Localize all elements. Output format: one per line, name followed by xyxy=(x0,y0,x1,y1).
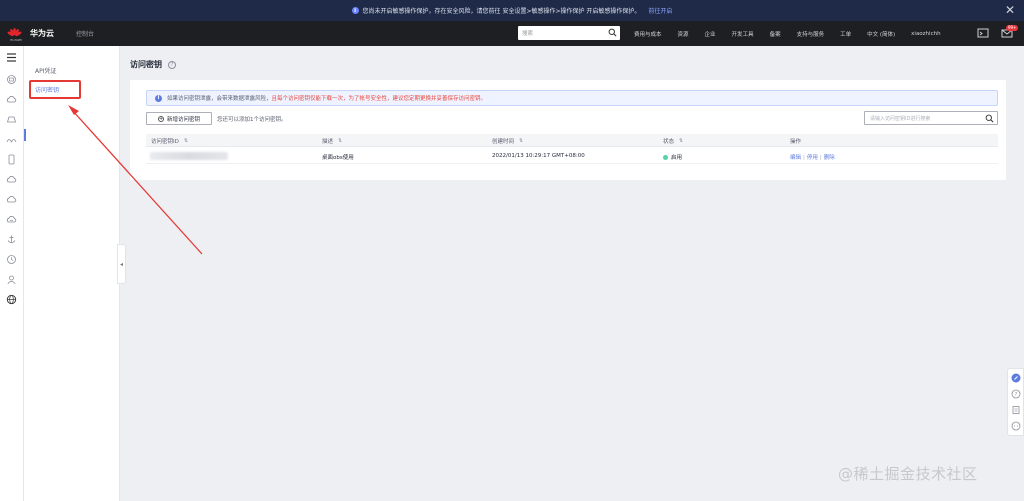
row-status: 启用 xyxy=(663,153,682,161)
sort-icon[interactable]: ⇅ xyxy=(338,138,342,144)
assistant-icon[interactable] xyxy=(1011,373,1021,383)
column-access-key-id[interactable]: 访问密钥ID ⇅ xyxy=(151,137,188,145)
nav-enterprise[interactable]: 企业 xyxy=(705,30,716,38)
cloud-sync-icon[interactable] xyxy=(6,174,17,185)
clock-icon[interactable] xyxy=(6,254,17,265)
disable-link[interactable]: 停用 xyxy=(807,155,818,161)
global-search-input[interactable]: 搜索 xyxy=(518,26,620,40)
close-icon[interactable]: ✕ xyxy=(1005,3,1015,17)
sidebar-active-indicator xyxy=(24,129,26,141)
table-header: 访问密钥ID ⇅ 描述 ⇅ 创建时间 ⇅ 状态 ⇅ 操作 xyxy=(146,134,998,147)
redacted-access-key-id xyxy=(150,152,228,160)
security-alert: i 如果访问密钥泄露，会带来数据泄露风险， 且每个访问密钥仅能下载一次，为了帐号… xyxy=(146,90,998,106)
nav-dev-tools[interactable]: 开发工具 xyxy=(732,30,754,38)
access-key-search-input[interactable]: 请输入访问密钥ID进行搜索 xyxy=(864,111,998,125)
edit-link[interactable]: 编辑 xyxy=(790,155,801,161)
feedback-icon[interactable] xyxy=(1011,405,1021,415)
column-status[interactable]: 状态 ⇅ xyxy=(663,137,683,145)
brand-name[interactable]: 华为云 xyxy=(30,28,54,39)
collapse-sidebar-button[interactable]: ◂ xyxy=(117,244,126,284)
mobile-icon[interactable] xyxy=(6,154,17,165)
page-title: 访问密钥 ? xyxy=(130,59,176,70)
access-key-search-placeholder: 请输入访问密钥ID进行搜索 xyxy=(870,115,931,122)
nav-resources[interactable]: 资源 xyxy=(678,30,689,38)
delete-link[interactable]: 删除 xyxy=(824,155,835,161)
alert-warning-text: 且每个访问密钥仅能下载一次，为了帐号安全性，建议您定期更换并妥善保存访问密钥。 xyxy=(271,96,487,102)
quota-hint: 您还可以添加1个访问密钥。 xyxy=(217,117,287,123)
search-icon[interactable] xyxy=(608,28,617,37)
cloud-server-icon[interactable] xyxy=(6,74,17,85)
sidebar-item-api-credentials[interactable]: API凭证 xyxy=(35,66,57,75)
logo-text: HUAWEI xyxy=(10,37,23,42)
column-created-time[interactable]: 创建时间 ⇅ xyxy=(492,137,523,145)
nav-language[interactable]: 中文 (简体) xyxy=(867,30,895,38)
top-navigation-bar: HUAWEI 华为云 控制台 搜索 费用与成本 资源 企业 开发工具 备案 支持… xyxy=(0,21,1024,46)
sort-icon[interactable]: ⇅ xyxy=(519,138,523,144)
nav-support[interactable]: 支持与服务 xyxy=(797,30,825,38)
alert-text: 如果访问密钥泄露，会带来数据泄露风险， xyxy=(167,96,272,102)
help-icon[interactable]: ? xyxy=(168,60,176,69)
help-icon[interactable]: ? xyxy=(1011,389,1021,399)
page-title-text: 访问密钥 xyxy=(130,60,162,69)
sort-icon[interactable]: ⇅ xyxy=(184,138,188,144)
add-access-key-label: 新增访问密钥 xyxy=(166,116,200,123)
user-icon[interactable] xyxy=(6,274,17,285)
iam-sidebar: API凭证 访问密钥 xyxy=(24,46,120,501)
svg-text:?: ? xyxy=(1015,392,1018,398)
chat-icon[interactable] xyxy=(1011,421,1021,431)
column-operations: 操作 xyxy=(790,139,802,145)
service-icon-rail xyxy=(0,46,24,501)
annotation-arrow xyxy=(68,105,203,255)
info-icon: i xyxy=(351,7,359,14)
top-nav-links: 费用与成本 资源 企业 开发工具 备案 支持与服务 工单 中文 (简体) xia… xyxy=(634,21,957,46)
storage-icon[interactable] xyxy=(6,114,17,125)
column-description[interactable]: 描述 ⇅ xyxy=(322,137,342,145)
row-operations: 编辑 | 停用 | 删除 xyxy=(790,155,835,161)
search-icon[interactable] xyxy=(985,114,994,123)
message-count-badge: 99+ xyxy=(1006,25,1019,31)
row-created-time: 2022/01/13 10:29:17 GMT+08:00 xyxy=(492,153,585,159)
menu-icon[interactable] xyxy=(6,52,17,63)
banner-message: 您尚未开启敏感操作保护，存在安全风险，请您前往 安全设置>敏感操作>操作保护 开… xyxy=(362,8,641,15)
bridge-icon[interactable] xyxy=(6,134,17,145)
nav-billing[interactable]: 费用与成本 xyxy=(634,30,662,38)
cloud-service-icon[interactable] xyxy=(6,194,17,205)
add-access-key-button[interactable]: + 新增访问密钥 xyxy=(146,112,212,125)
watermark: @稀土掘金技术社区 xyxy=(838,465,978,483)
anchor-icon[interactable] xyxy=(6,234,17,245)
access-keys-panel: i 如果访问密钥泄露，会带来数据泄露风险， 且每个访问密钥仅能下载一次，为了帐号… xyxy=(130,80,1006,180)
huawei-logo-icon[interactable]: HUAWEI xyxy=(6,27,23,42)
table-row: 桌面obs使用 2022/01/13 10:29:17 GMT+08:00 启用… xyxy=(146,148,998,164)
nav-tickets[interactable]: 工单 xyxy=(840,30,851,38)
nav-icp[interactable]: 备案 xyxy=(770,30,781,38)
info-icon: i xyxy=(155,94,162,102)
filter-icon[interactable]: ⇅ xyxy=(679,138,683,144)
global-search-placeholder: 搜索 xyxy=(522,31,534,37)
row-description: 桌面obs使用 xyxy=(322,155,354,161)
console-link[interactable]: 控制台 xyxy=(76,29,94,38)
floating-help-toolbar: ? xyxy=(1007,368,1024,436)
cloud-database-icon[interactable] xyxy=(6,214,17,225)
security-banner: i 您尚未开启敏感操作保护，存在安全风险，请您前往 安全设置>敏感操作>操作保护… xyxy=(0,0,1024,21)
row-status-text: 启用 xyxy=(671,155,683,161)
nav-username[interactable]: xiaozhichh xyxy=(911,31,940,37)
plus-icon: + xyxy=(157,115,164,122)
globe-icon[interactable] xyxy=(6,294,17,305)
terminal-icon[interactable] xyxy=(977,27,989,39)
banner-link[interactable]: 前往开启 xyxy=(648,6,672,15)
status-enabled-icon xyxy=(663,155,668,160)
cloud-icon[interactable] xyxy=(6,94,17,105)
annotation-highlight-box xyxy=(29,80,81,99)
